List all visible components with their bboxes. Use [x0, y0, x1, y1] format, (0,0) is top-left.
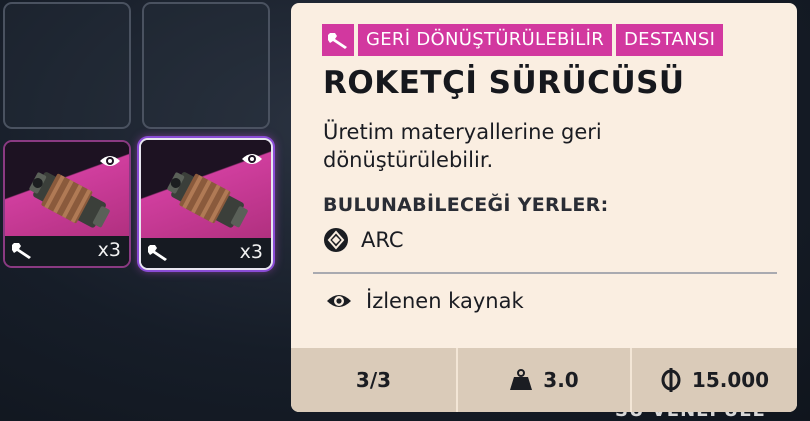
item-quantity: x3 — [97, 239, 121, 261]
watched-resource-row[interactable]: İzlenen kaynak — [326, 289, 524, 313]
item-description: Üretim materyallerine geri dönüştürülebi… — [323, 120, 602, 172]
location-item: ARC — [323, 227, 404, 253]
watched-resource-label: İzlenen kaynak — [366, 289, 524, 313]
item-tooltip: GERİ DÖNÜŞTÜRÜLEBİLİR DESTANSI ROKETÇİ S… — [291, 3, 797, 412]
coin-icon — [661, 368, 681, 392]
locations-heading: BULUNABİLECEĞİ YERLER: — [323, 194, 609, 216]
weight-icon — [510, 369, 533, 390]
item-quantity: x3 — [239, 241, 263, 263]
stack-value: 3/3 — [355, 368, 392, 392]
watched-eye-icon — [100, 156, 120, 166]
arc-icon — [324, 228, 348, 252]
item-title: ROKETÇİ SÜRÜCÜSÜ — [323, 65, 685, 101]
inventory-slot-empty[interactable] — [142, 2, 270, 129]
wrench-icon — [328, 33, 347, 49]
value-stat: 15.000 — [630, 348, 797, 412]
value-amount: 15.000 — [691, 368, 770, 392]
weight-stat: 3.0 — [456, 348, 630, 412]
divider — [313, 272, 777, 274]
tag-row: GERİ DÖNÜŞTÜRÜLEBİLİR DESTANSI — [322, 24, 724, 56]
eye-icon — [327, 295, 351, 307]
wrench-icon — [12, 243, 31, 259]
rarity-tag: DESTANSI — [616, 24, 724, 56]
location-name: ARC — [361, 228, 404, 252]
stack-stat: 3/3 — [291, 348, 456, 412]
wrench-icon — [148, 245, 167, 261]
weight-value: 3.0 — [543, 368, 579, 392]
recyclable-tag: GERİ DÖNÜŞTÜRÜLEBİLİR — [358, 24, 613, 56]
inventory-slot-rocketeer-driver[interactable]: x3 — [3, 140, 131, 268]
watched-eye-icon — [242, 154, 262, 164]
inventory-slot-empty[interactable] — [3, 2, 131, 129]
recyclable-tag-icon — [322, 24, 354, 56]
rocketeer-driver-icon — [167, 172, 248, 228]
stats-bar: 3/3 3.0 15.000 — [291, 348, 797, 412]
inventory-slot-rocketeer-driver-selected[interactable]: x3 — [139, 138, 273, 270]
rocketeer-driver-icon — [29, 172, 110, 228]
